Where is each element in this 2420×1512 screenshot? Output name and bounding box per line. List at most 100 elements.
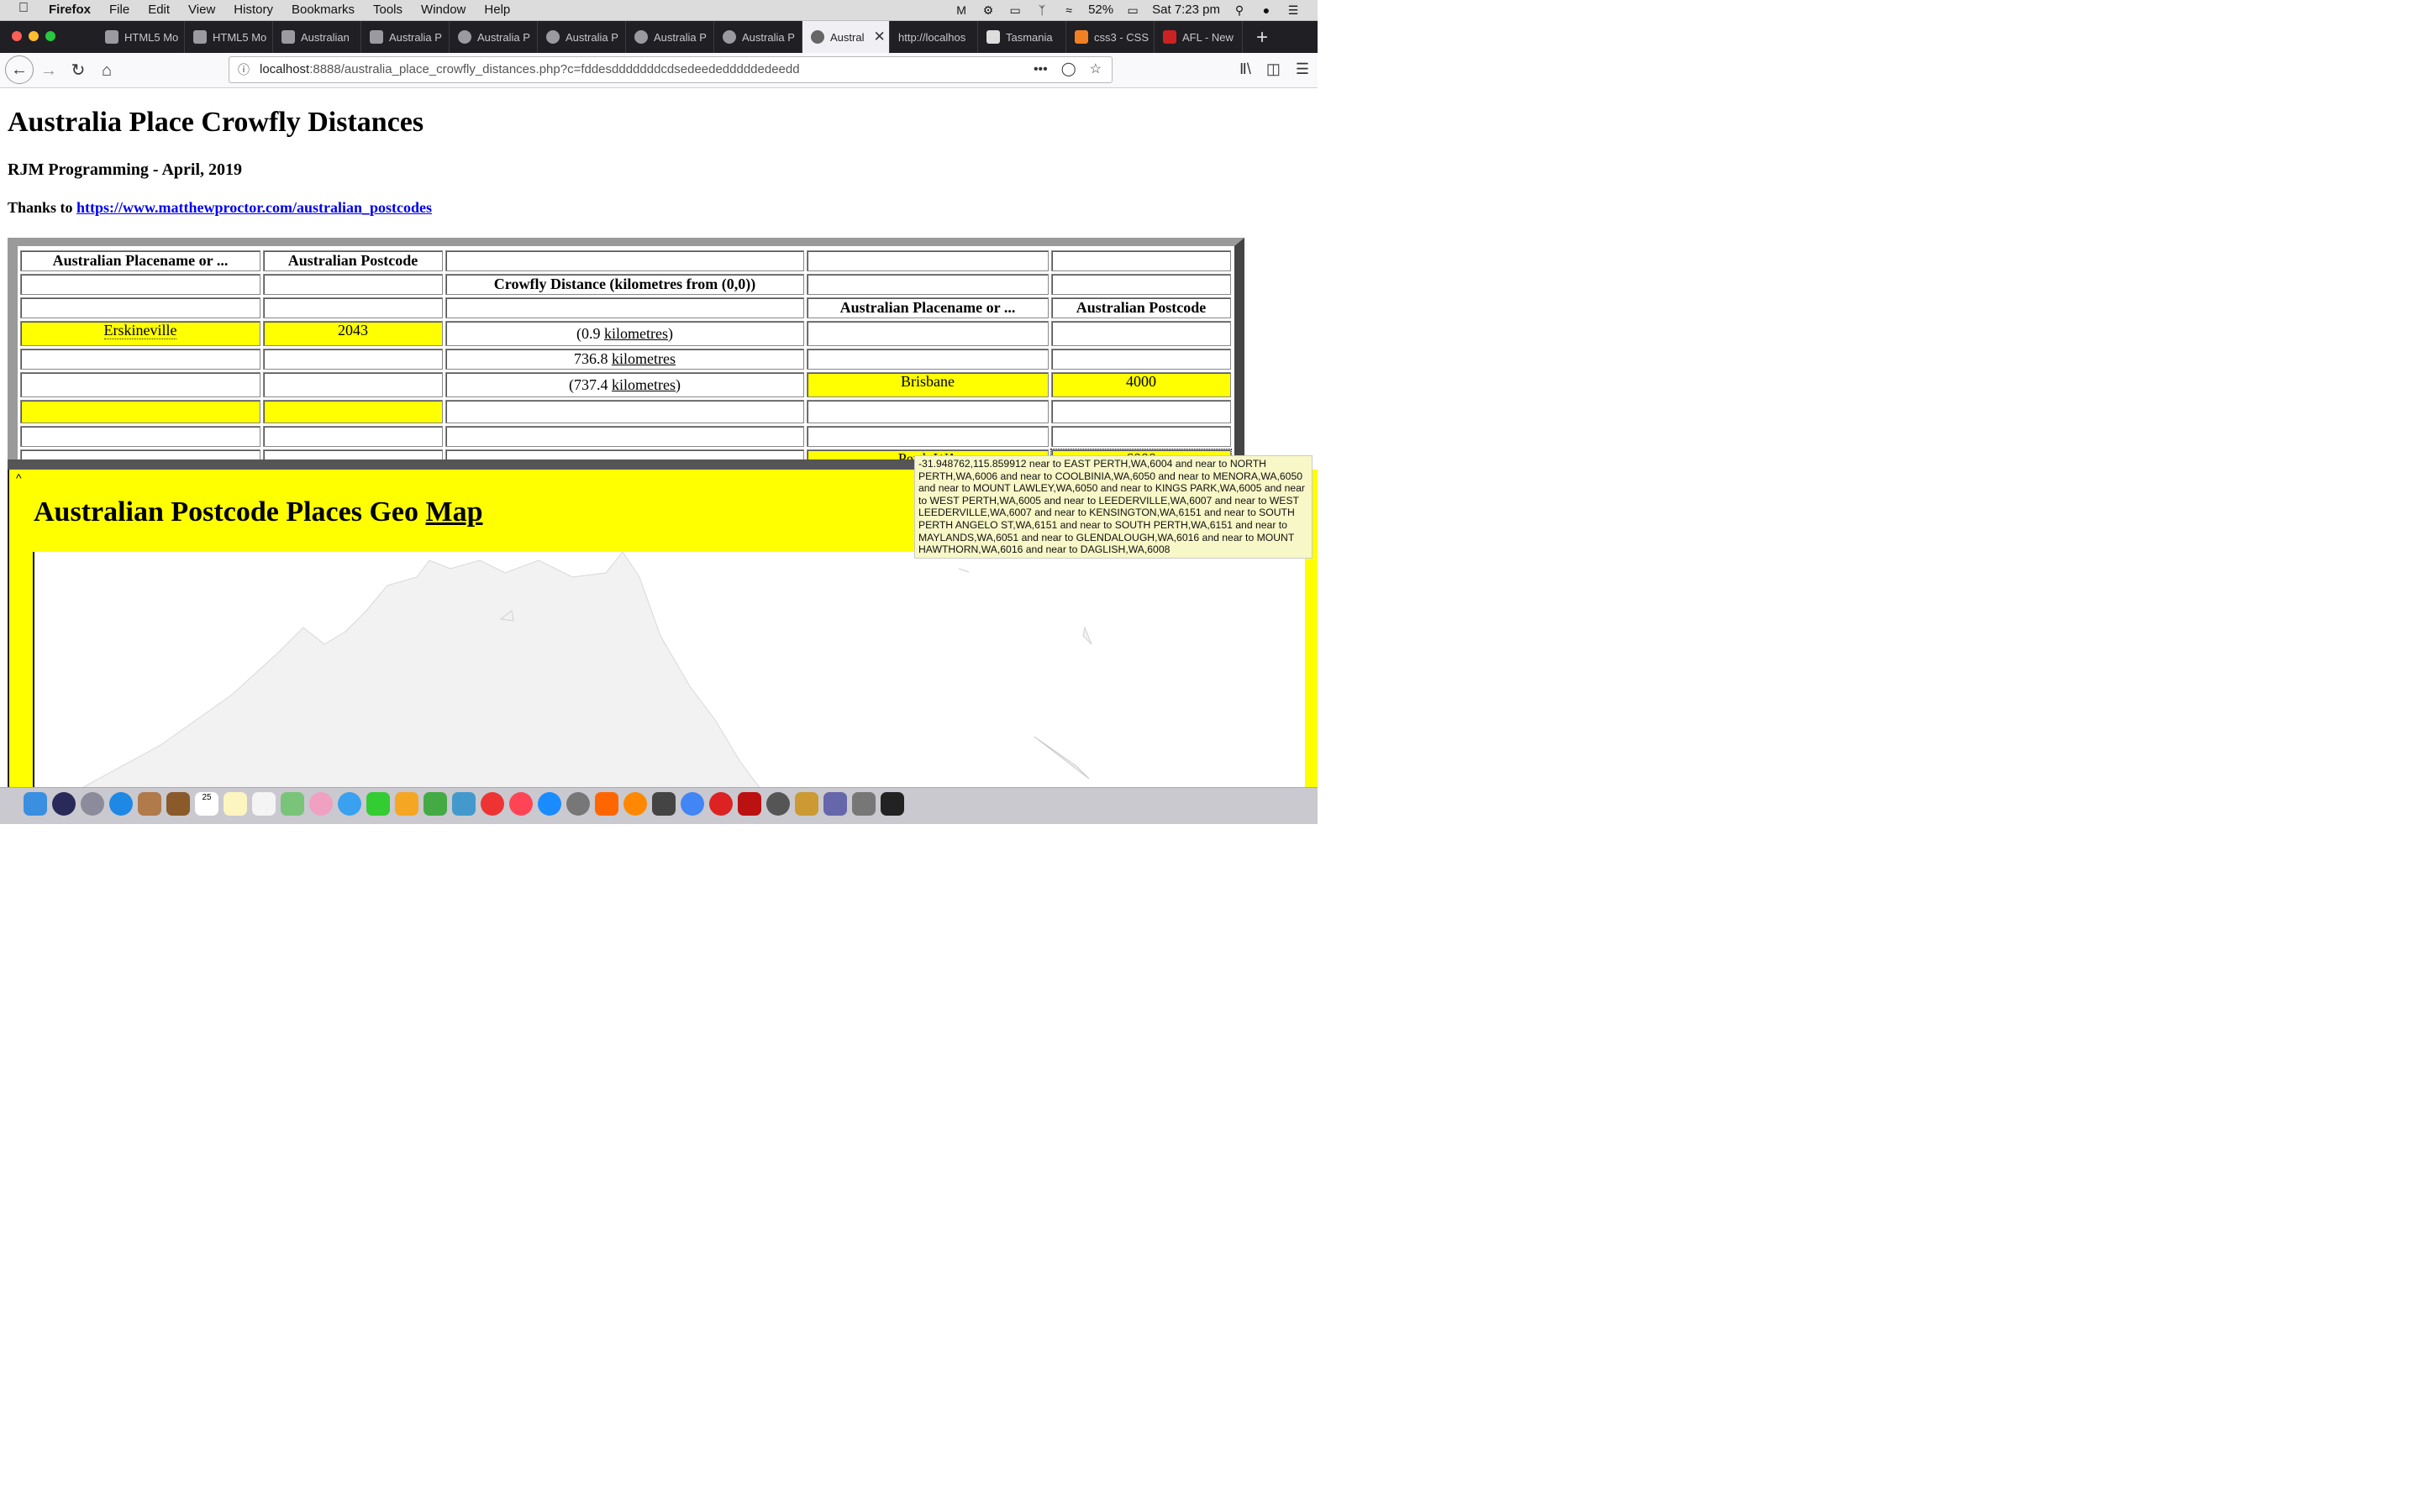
gimp-icon[interactable] — [852, 792, 876, 816]
site-info-icon[interactable]: ⓘ — [238, 57, 250, 82]
maps-icon[interactable] — [281, 792, 304, 816]
messages-icon[interactable] — [338, 792, 361, 816]
tab[interactable]: Australia P — [361, 21, 450, 53]
launchpad-icon[interactable] — [81, 792, 104, 816]
place-cell-brisbane[interactable]: Brisbane — [807, 372, 1049, 397]
place-cell[interactable]: Erskineville — [20, 321, 260, 346]
malwarebytes-icon[interactable]: M — [954, 3, 969, 17]
new-tab-icon[interactable]: + — [1256, 26, 1268, 50]
tab[interactable]: css3 - CSS — [1066, 21, 1155, 53]
menu-app-name[interactable]: Firefox — [49, 3, 91, 17]
tab[interactable]: HTML5 Mo — [185, 21, 273, 53]
menu-bookmarks[interactable]: Bookmarks — [292, 3, 355, 17]
notebook-icon[interactable] — [166, 792, 190, 816]
tab-active[interactable]: Austral ✕ — [802, 21, 890, 53]
wifi-icon[interactable]: ≈ — [1061, 3, 1076, 17]
app-icon[interactable] — [795, 792, 818, 816]
phpstorm-icon[interactable] — [652, 792, 676, 816]
airplay-icon[interactable]: ▭ — [1007, 3, 1023, 17]
facetime-icon[interactable] — [366, 792, 390, 816]
tab[interactable]: AFL - New — [1155, 21, 1243, 53]
tab[interactable]: Australia P — [538, 21, 626, 53]
place-name-erskineville[interactable]: Erskineville — [103, 322, 177, 339]
photos-icon[interactable] — [309, 792, 333, 816]
reminders-icon[interactable] — [252, 792, 276, 816]
back-arrow-icon[interactable]: ← — [5, 55, 34, 84]
mamp-icon[interactable] — [766, 792, 790, 816]
siri-icon[interactable]: ● — [1259, 3, 1274, 17]
url-bar[interactable]: ⓘ localhost:8888/australia_place_crowfly… — [229, 56, 1113, 83]
menu-file[interactable]: File — [109, 3, 129, 17]
menu-help[interactable]: Help — [484, 3, 510, 17]
postcode-cell-brisbane[interactable]: 4000 — [1051, 372, 1231, 397]
menu-history[interactable]: History — [234, 3, 273, 17]
postcode-input-cell[interactable] — [263, 400, 443, 423]
finder-icon[interactable] — [24, 792, 47, 816]
terminal-icon[interactable] — [881, 792, 904, 816]
menu-edit[interactable]: Edit — [148, 3, 170, 17]
minimize-window-button[interactable] — [29, 31, 39, 41]
siri-icon[interactable] — [52, 792, 76, 816]
app-store-icon[interactable] — [538, 792, 561, 816]
keynote-icon[interactable] — [452, 792, 476, 816]
notes-icon[interactable] — [224, 792, 247, 816]
menu-tools[interactable]: Tools — [373, 3, 402, 17]
zoom-window-button[interactable] — [45, 31, 55, 41]
app-menus: Firefox File Edit View History Bookmarks… — [49, 3, 529, 17]
app-icon[interactable] — [595, 792, 618, 816]
close-window-button[interactable] — [12, 31, 22, 41]
tab[interactable]: Australia P — [450, 21, 538, 53]
distance-unit-link[interactable]: kilometres — [604, 325, 668, 342]
photo-library-icon[interactable] — [138, 792, 161, 816]
postcode-cell[interactable]: 2043 — [263, 321, 443, 346]
clock[interactable]: Sat 7:23 pm — [1152, 3, 1220, 17]
spotlight-search-icon[interactable]: ⚲ — [1232, 3, 1247, 17]
hamburger-menu-icon[interactable]: ☰ — [1296, 60, 1309, 78]
bookmark-star-icon[interactable]: ☆ — [1090, 57, 1102, 82]
notification-center-icon[interactable]: ☰ — [1286, 3, 1301, 17]
numbers-icon[interactable] — [424, 792, 447, 816]
thanks-link[interactable]: https://www.matthewproctor.com/australia… — [76, 199, 432, 216]
chrome-icon[interactable] — [681, 792, 704, 816]
reload-icon[interactable]: ↻ — [66, 59, 90, 82]
tab[interactable]: Australia P — [714, 21, 802, 53]
menu-window[interactable]: Window — [421, 3, 466, 17]
place-input-cell[interactable] — [20, 400, 260, 423]
system-preferences-icon[interactable] — [566, 792, 590, 816]
table-cell — [263, 372, 443, 397]
opera-icon[interactable] — [709, 792, 733, 816]
home-icon[interactable]: ⌂ — [95, 59, 118, 82]
pages-icon[interactable] — [395, 792, 418, 816]
battery-icon[interactable]: ▭ — [1125, 3, 1140, 17]
tab[interactable]: Australian — [273, 21, 361, 53]
close-tab-icon[interactable]: ✕ — [873, 29, 885, 45]
tab-label: Australian — [301, 30, 350, 44]
news-icon[interactable] — [481, 792, 504, 816]
tab[interactable]: Australia P — [626, 21, 714, 53]
menu-view[interactable]: View — [188, 3, 215, 17]
firefox-icon[interactable] — [623, 792, 647, 816]
app-icon[interactable] — [823, 792, 847, 816]
sidebar-icon[interactable]: ◫ — [1266, 60, 1281, 78]
bluetooth-icon[interactable]: ᛉ — [1034, 3, 1050, 17]
distance-close: ) — [667, 324, 673, 342]
safari-icon[interactable] — [109, 792, 133, 816]
tab[interactable]: http://localhos — [890, 21, 978, 53]
tab[interactable]: HTML5 Mo — [97, 21, 185, 53]
distance-unit-link[interactable]: kilometres — [612, 376, 676, 393]
library-icon[interactable]: Ⅱ\ — [1239, 60, 1251, 78]
map-title-link[interactable]: Map — [426, 496, 483, 528]
distance-unit-link[interactable]: kilometres — [612, 350, 676, 367]
page-actions-icon[interactable]: ••• — [1034, 57, 1048, 82]
apple-menu-icon[interactable]:  — [18, 1, 29, 16]
gear-status-icon[interactable]: ⚙ — [981, 3, 996, 17]
battery-percent[interactable]: 52% — [1088, 3, 1113, 17]
pocket-icon[interactable]: ◯ — [1061, 57, 1076, 82]
calendar-icon[interactable]: 25 — [195, 792, 218, 816]
tab[interactable]: Tasmania — [978, 21, 1066, 53]
music-icon[interactable] — [509, 792, 533, 816]
filezilla-icon[interactable] — [738, 792, 761, 816]
australia-map[interactable] — [33, 551, 1305, 787]
forward-arrow-icon[interactable]: → — [37, 59, 60, 82]
collapse-caret-button[interactable]: ^ — [16, 471, 22, 485]
